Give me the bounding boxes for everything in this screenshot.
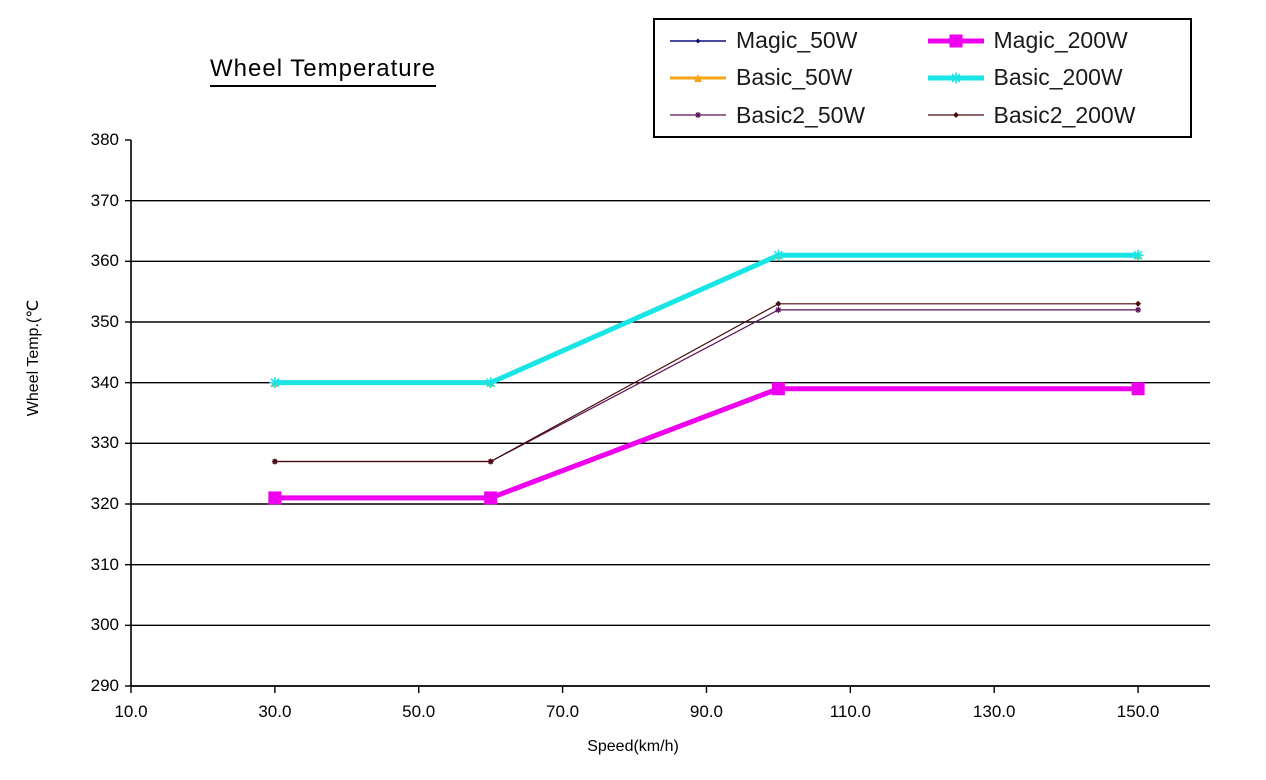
y-axis-tick-label: 290 [90, 676, 119, 695]
y-axis-tick-label: 360 [90, 251, 119, 271]
x-axis-tick-label: 50.0 [402, 702, 436, 721]
y-axis-title: Wheel Temp.(℃ [25, 299, 42, 417]
data-point-magic_200w [771, 382, 785, 396]
x-axis-tick-label: 110.0 [829, 702, 871, 721]
data-point-basic2_200w [775, 300, 782, 307]
y-axis-tick-label: 340 [90, 372, 119, 392]
y-axis-tick-label: 300 [90, 615, 119, 635]
series-line-basic_200w [274, 252, 1139, 386]
plot-area: 380 370 360 350 340 330 320 310 300 290 10.0 30.0 5… [0, 0, 1266, 780]
y-axis-tick-label: 370 [90, 190, 119, 210]
data-point-magic_200w [1131, 382, 1145, 396]
x-axis-tick-label: 150.0 [1116, 702, 1160, 721]
x-axis-tick-label: 90.0 [689, 702, 723, 721]
x-axis-title: Speed(km/h) [587, 738, 679, 755]
x-axis-tick-label: 30.0 [258, 702, 292, 721]
y-axis-tick-label: 330 [90, 433, 119, 453]
series-line-basic2_50w [274, 309, 1139, 463]
y-axis-tick-label: 350 [90, 312, 119, 331]
chart-screenshot: Wheel Temperature Magic_50W Magic_200W B… [0, 0, 1266, 780]
chart-canvas [125, 139, 1210, 693]
x-axis-tick-label: 10.0 [114, 702, 148, 721]
data-point-magic_200w [268, 491, 282, 505]
series-line-basic_50w [274, 253, 1139, 385]
y-axis-tick-label: 310 [90, 554, 119, 574]
data-point-basic2_200w [1135, 300, 1142, 307]
y-axis-tick-label: 320 [90, 494, 119, 513]
y-axis-tick-label: 380 [90, 130, 119, 149]
data-point-magic_200w [484, 491, 498, 505]
x-axis-tick-label: 130.0 [972, 702, 1016, 721]
x-axis-tick-label: 70.0 [546, 702, 580, 721]
